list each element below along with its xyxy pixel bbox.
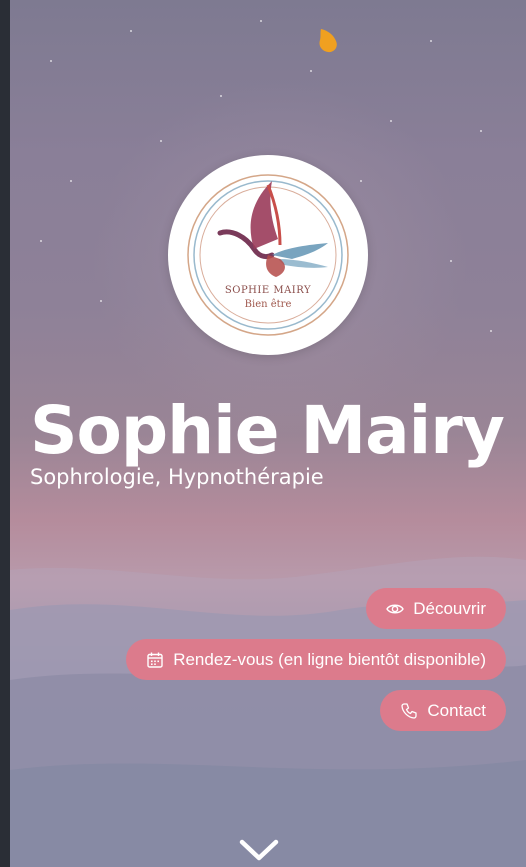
- calendar-icon: [146, 651, 164, 669]
- logo-tagline-text: Bien être: [244, 299, 292, 310]
- logo-badge: SOPHIE MAIRY Bien être: [168, 155, 368, 355]
- chevron-down-icon[interactable]: [238, 836, 280, 864]
- appointment-button[interactable]: Rendez-vous (en ligne bientôt disponible…: [126, 639, 506, 680]
- page-subtitle: Sophrologie, Hypnothérapie: [30, 465, 324, 489]
- appointment-button-label: Rendez-vous (en ligne bientôt disponible…: [173, 649, 486, 669]
- logo-name-text: SOPHIE MAIRY: [224, 285, 312, 296]
- discover-button[interactable]: Découvrir: [366, 588, 506, 629]
- left-edge-strip: [0, 0, 10, 867]
- contact-button[interactable]: Contact: [380, 690, 506, 731]
- eye-icon: [386, 600, 405, 618]
- discover-button-label: Découvrir: [413, 598, 486, 618]
- phone-icon: [400, 702, 418, 720]
- logo-emblem: [187, 174, 349, 336]
- drop-icon: [319, 29, 337, 53]
- contact-button-label: Contact: [427, 700, 486, 720]
